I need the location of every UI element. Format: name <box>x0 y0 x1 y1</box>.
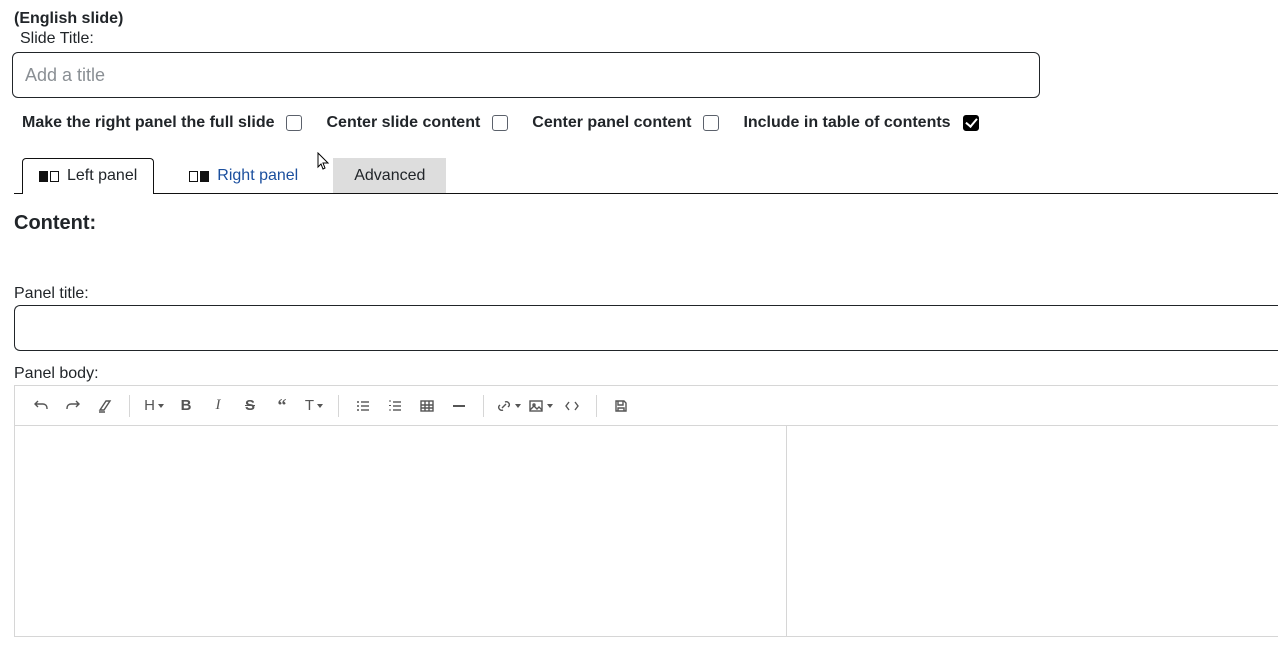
slide-options-row: Make the right panel the full slide Cent… <box>22 114 1278 132</box>
option-center-panel-checkbox[interactable] <box>703 115 719 131</box>
redo-icon[interactable] <box>57 390 89 422</box>
ordered-list-icon[interactable] <box>379 390 411 422</box>
tab-advanced[interactable]: Advanced <box>333 158 446 193</box>
code-icon[interactable] <box>556 390 588 422</box>
editor-body[interactable] <box>15 426 1278 636</box>
tab-left-label: Left panel <box>67 167 137 185</box>
bold-icon[interactable]: B <box>170 390 202 422</box>
tab-advanced-label: Advanced <box>354 167 425 185</box>
horizontal-rule-icon[interactable] <box>443 390 475 422</box>
tab-left-panel[interactable]: Left panel <box>22 158 154 194</box>
option-include-toc-label: Include in table of contents <box>743 114 950 132</box>
option-include-toc-checkbox[interactable] <box>963 115 979 131</box>
editor-preview-pane <box>787 426 1278 636</box>
option-center-panel-label: Center panel content <box>532 114 691 132</box>
option-center-slide-checkbox[interactable] <box>492 115 508 131</box>
option-center-slide-label: Center slide content <box>326 114 480 132</box>
left-panel-icon <box>39 171 59 182</box>
panel-title-label: Panel title: <box>14 285 1278 303</box>
quote-icon[interactable]: “ <box>266 390 298 422</box>
slide-title-label: Slide Title: <box>20 30 1278 48</box>
link-dropdown[interactable] <box>492 390 524 422</box>
save-icon[interactable] <box>605 390 637 422</box>
strike-icon[interactable]: S <box>234 390 266 422</box>
image-dropdown[interactable] <box>524 390 556 422</box>
italic-icon[interactable]: I <box>202 390 234 422</box>
panel-title-input[interactable] <box>14 305 1278 351</box>
tab-right-panel[interactable]: Right panel <box>172 158 315 193</box>
tab-right-label: Right panel <box>217 167 298 185</box>
content-heading: Content: <box>14 212 1278 235</box>
text-style-dropdown[interactable]: T <box>298 390 330 422</box>
slide-title-input[interactable] <box>12 52 1040 98</box>
option-full-slide-label: Make the right panel the full slide <box>22 114 274 132</box>
toolbar-separator <box>483 395 484 417</box>
unordered-list-icon[interactable] <box>347 390 379 422</box>
slide-language-label: (English slide) <box>14 10 1278 28</box>
toolbar-separator <box>129 395 130 417</box>
right-panel-icon <box>189 171 209 182</box>
panel-body-label: Panel body: <box>14 365 1278 383</box>
editor-edit-pane[interactable] <box>15 426 787 636</box>
table-icon[interactable] <box>411 390 443 422</box>
editor-toolbar: H B I S “ T <box>15 386 1278 426</box>
toolbar-separator <box>596 395 597 417</box>
panel-body-editor: H B I S “ T <box>14 385 1278 637</box>
clear-format-icon[interactable] <box>89 390 121 422</box>
option-full-slide-checkbox[interactable] <box>286 115 302 131</box>
panel-tabs: Left panel Right panel Advanced <box>14 158 1278 194</box>
heading-dropdown[interactable]: H <box>138 390 170 422</box>
toolbar-separator <box>338 395 339 417</box>
undo-icon[interactable] <box>25 390 57 422</box>
